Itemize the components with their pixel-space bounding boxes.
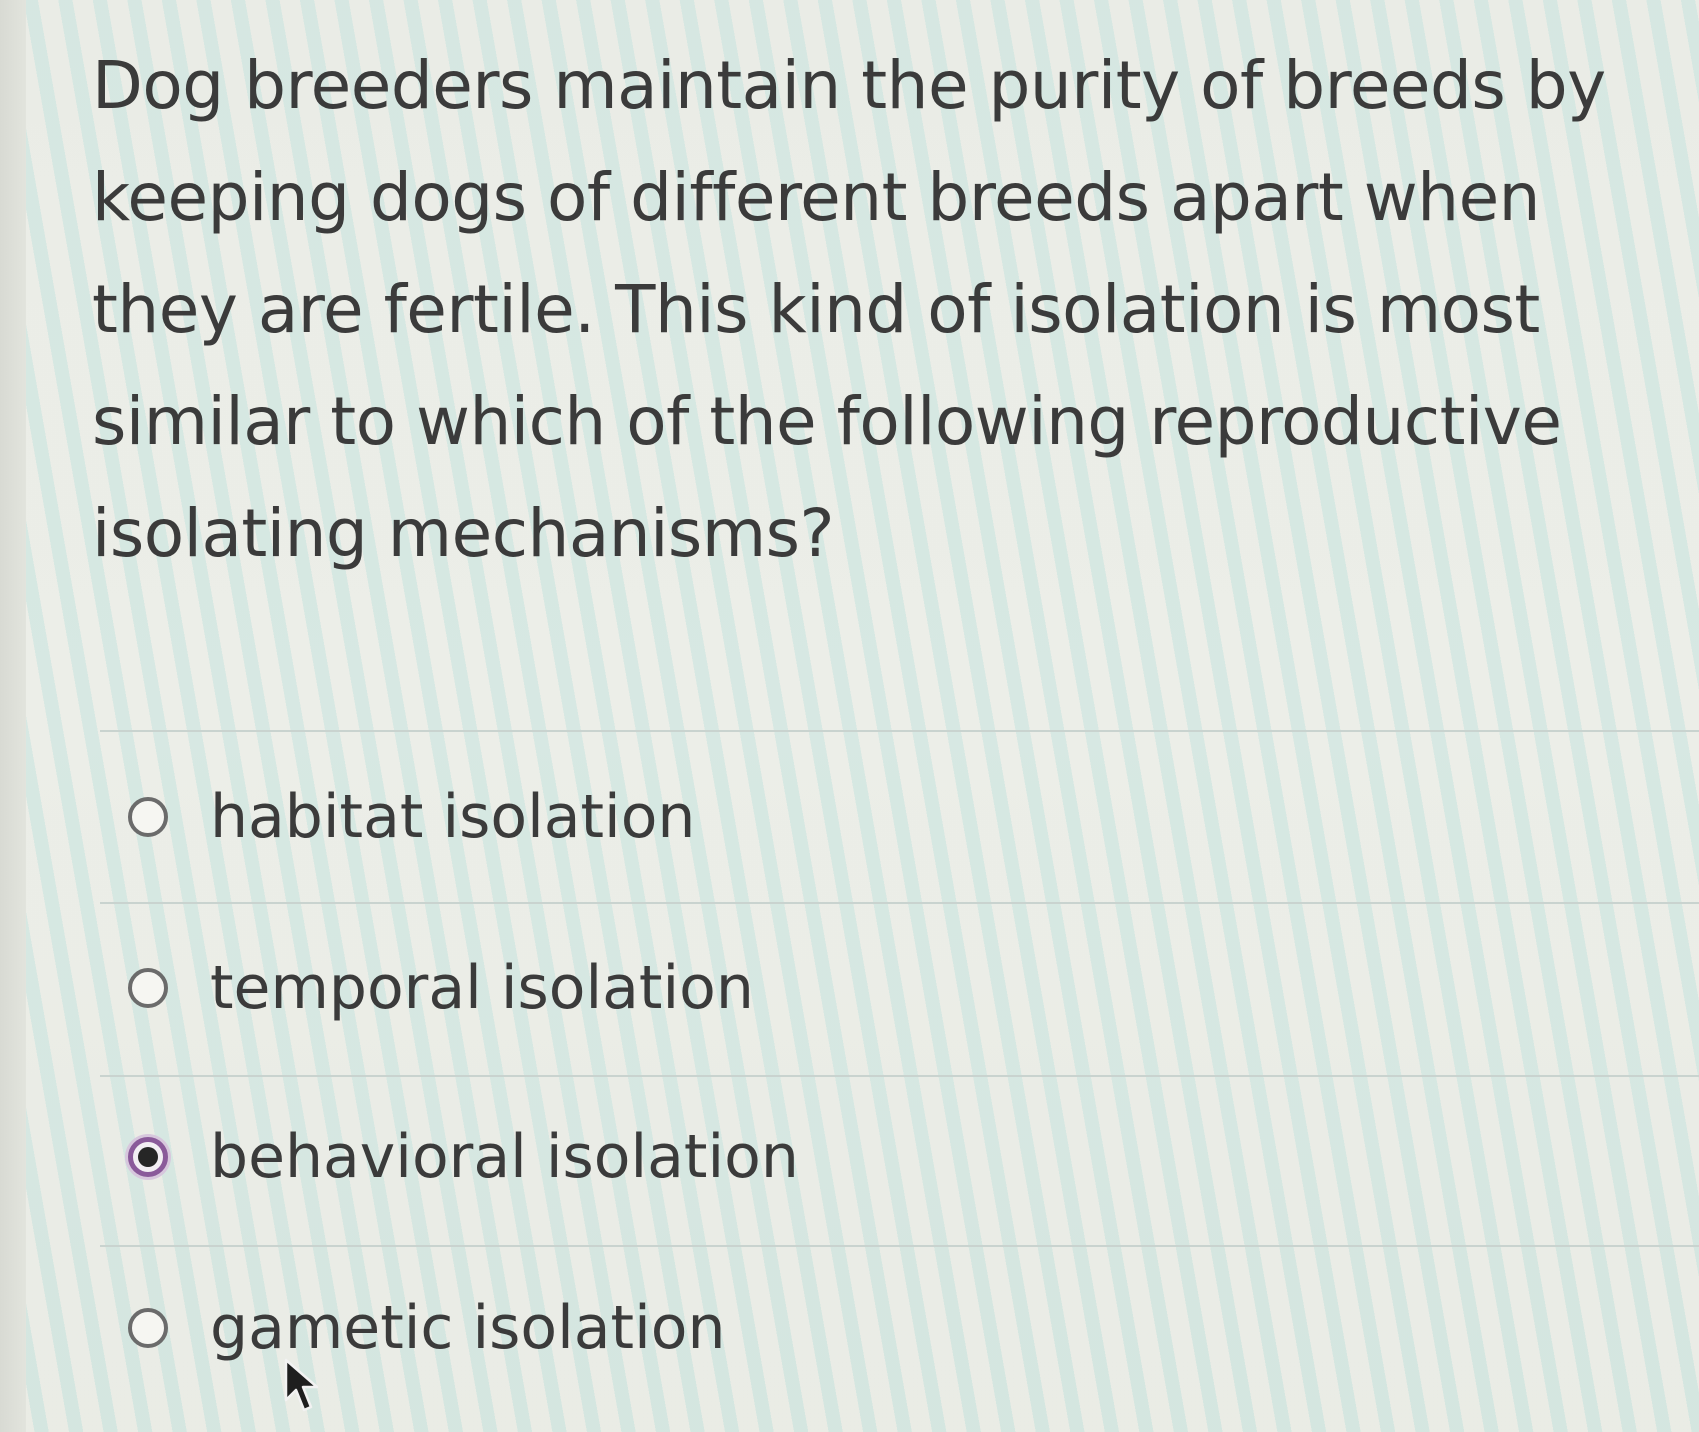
- option-label: temporal isolation: [210, 953, 754, 1023]
- option-temporal-isolation[interactable]: temporal isolation: [128, 938, 754, 1038]
- option-habitat-isolation[interactable]: habitat isolation: [128, 767, 695, 867]
- question-text: Dog breeders maintain the purity of bree…: [92, 47, 1606, 572]
- option-gametic-isolation[interactable]: gametic isolation: [128, 1278, 725, 1378]
- radio-button-selected[interactable]: [128, 1137, 168, 1177]
- divider: [100, 730, 1699, 732]
- radio-button-unselected[interactable]: [128, 797, 168, 837]
- mouse-pointer-icon: [284, 1358, 319, 1412]
- divider: [100, 1075, 1699, 1077]
- option-label: habitat isolation: [210, 782, 696, 852]
- option-behavioral-isolation[interactable]: behavioral isolation: [128, 1107, 799, 1207]
- radio-selected-dot: [138, 1147, 158, 1167]
- divider: [100, 1245, 1699, 1247]
- radio-button-unselected[interactable]: [128, 968, 168, 1008]
- divider: [100, 902, 1699, 904]
- radio-button-unselected[interactable]: [128, 1308, 168, 1348]
- option-label: behavioral isolation: [210, 1122, 799, 1192]
- option-label: gametic isolation: [210, 1293, 726, 1363]
- screen-left-edge: [0, 0, 26, 1432]
